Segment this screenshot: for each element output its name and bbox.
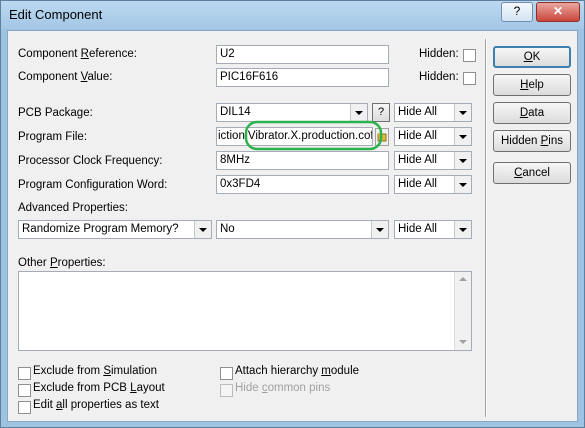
ok-button[interactable]: OK: [493, 46, 571, 68]
window-title: Edit Component: [9, 7, 103, 22]
processor-clock-input[interactable]: 8MHz: [216, 151, 389, 170]
advanced-visibility-select[interactable]: Hide All: [394, 220, 472, 239]
chevron-down-icon: [454, 104, 471, 121]
visibility-value: Hide All: [398, 130, 437, 142]
data-button[interactable]: Data: [493, 102, 571, 124]
program-config-label: Program Configuration Word:: [18, 179, 168, 191]
reference-hidden-label: Hidden:: [419, 48, 459, 60]
visibility-value: Hide All: [398, 223, 437, 235]
help-button[interactable]: Help: [493, 74, 571, 96]
highlight-ellipse: [244, 120, 383, 151]
title-bar: Edit Component ? ✕: [1, 1, 584, 29]
chevron-down-icon: [454, 176, 471, 193]
advanced-properties-label: Advanced Properties:: [18, 202, 128, 214]
advanced-value-select[interactable]: No: [216, 220, 389, 239]
chevron-down-icon: [454, 128, 471, 145]
attach-hierarchy-label: Attach hierarchy module: [235, 365, 360, 377]
component-reference-input[interactable]: U2: [216, 45, 389, 64]
component-reference-label: Component Reference:: [18, 48, 137, 60]
title-close-button[interactable]: ✕: [536, 2, 580, 22]
program-file-label: Program File:: [18, 131, 88, 143]
exclude-simulation-checkbox[interactable]: [18, 367, 31, 380]
hide-common-pins-label: Hide common pins: [235, 382, 331, 394]
component-value-label: Component Value:: [18, 71, 113, 83]
processor-clock-visibility-select[interactable]: Hide All: [394, 151, 472, 170]
hidden-pins-button[interactable]: Hidden Pins: [493, 130, 571, 152]
visibility-value: Hide All: [398, 178, 437, 190]
component-value-input[interactable]: PIC16F616: [216, 68, 389, 87]
other-properties-label: Other Properties:: [18, 257, 106, 269]
program-file-visibility-select[interactable]: Hide All: [394, 127, 472, 146]
value-hidden-label: Hidden:: [419, 71, 459, 83]
program-file-value-prefix: iction: [218, 130, 245, 142]
visibility-value: Hide All: [398, 154, 437, 166]
chevron-down-icon: [350, 104, 367, 121]
exclude-pcb-layout-label: Exclude from PCB Layout: [33, 382, 165, 394]
edit-all-properties-checkbox[interactable]: [18, 401, 31, 414]
attach-hierarchy-checkbox[interactable]: [220, 367, 233, 380]
pcb-package-label: PCB Package:: [18, 107, 93, 119]
program-config-visibility-select[interactable]: Hide All: [394, 175, 472, 194]
value-hidden-checkbox[interactable]: [463, 72, 476, 85]
question-icon: ?: [513, 4, 521, 18]
processor-clock-label: Processor Clock Frequency:: [18, 155, 163, 167]
title-help-button[interactable]: ?: [501, 2, 533, 22]
program-config-input[interactable]: 0x3FD4: [216, 175, 389, 194]
scroll-up-icon: [459, 277, 467, 281]
other-properties-textarea[interactable]: [18, 271, 472, 351]
close-icon: ✕: [552, 4, 564, 18]
scroll-down-icon: [459, 340, 467, 344]
vertical-scrollbar[interactable]: [454, 272, 471, 350]
chevron-down-icon: [454, 221, 471, 238]
edit-component-window: Edit Component ? ✕ Component Reference: …: [0, 0, 585, 428]
reference-hidden-checkbox[interactable]: [463, 49, 476, 62]
chevron-down-icon: [454, 152, 471, 169]
cancel-button[interactable]: Cancel: [493, 162, 571, 184]
chevron-down-icon: [371, 221, 388, 238]
edit-all-properties-label: Edit all properties as text: [33, 399, 159, 411]
dialog-body: Component Reference: U2 Hidden: Componen…: [7, 30, 578, 422]
advanced-property-value: Randomize Program Memory?: [22, 223, 179, 235]
exclude-simulation-label: Exclude from Simulation: [33, 365, 158, 377]
exclude-pcb-layout-checkbox[interactable]: [18, 384, 31, 397]
pcb-package-value: DIL14: [220, 106, 251, 118]
advanced-property-select[interactable]: Randomize Program Memory?: [18, 220, 212, 239]
visibility-value: Hide All: [398, 106, 437, 118]
pcb-package-visibility-select[interactable]: Hide All: [394, 103, 472, 122]
chevron-down-icon: [194, 221, 211, 238]
advanced-value: No: [220, 223, 235, 235]
vertical-separator: [485, 39, 487, 417]
hide-common-pins-checkbox[interactable]: [220, 384, 233, 397]
